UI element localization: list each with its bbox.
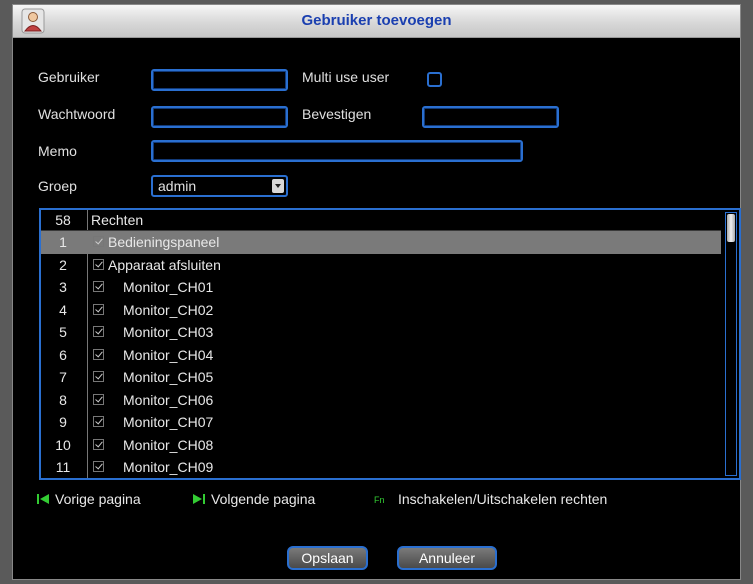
row-number: 5 bbox=[59, 324, 67, 340]
list-item[interactable]: 6 Monitor_CH04 bbox=[41, 344, 721, 367]
row-number: 1 bbox=[59, 234, 67, 250]
row-number: 4 bbox=[59, 301, 67, 318]
right-label: Monitor_CH02 bbox=[123, 301, 214, 318]
scroll-thumb[interactable] bbox=[727, 214, 735, 242]
right-label: Monitor_CH01 bbox=[123, 279, 214, 295]
list-item[interactable]: 4 Monitor_CH02 bbox=[41, 299, 721, 322]
list-item[interactable]: 2 Apparaat afsluiten bbox=[41, 254, 721, 277]
right-checkbox[interactable] bbox=[93, 281, 104, 292]
confirm-password-field[interactable] bbox=[422, 106, 559, 128]
password-field[interactable] bbox=[151, 106, 288, 128]
rights-list: 58 Rechten 1 Bedieningspaneel 2 Apparaat af… bbox=[39, 208, 741, 480]
rights-count: 58 bbox=[55, 212, 71, 228]
password-label: Wachtwoord bbox=[38, 106, 116, 122]
next-page-link[interactable]: Volgende pagina bbox=[211, 491, 315, 507]
title-bar: Gebruiker toevoegen bbox=[13, 5, 740, 38]
right-checkbox[interactable] bbox=[93, 348, 104, 360]
user-field[interactable] bbox=[151, 69, 288, 91]
right-label: Monitor_CH07 bbox=[123, 414, 214, 430]
right-label: Apparaat afsluiten bbox=[108, 256, 221, 273]
row-number: 9 bbox=[59, 414, 67, 430]
group-label: Groep bbox=[38, 178, 77, 194]
window-title: Gebruiker toevoegen bbox=[301, 12, 452, 29]
svg-text:Fn: Fn bbox=[374, 495, 385, 504]
right-checkbox[interactable] bbox=[93, 461, 104, 472]
save-button[interactable]: Opslaan bbox=[287, 546, 368, 570]
function-key-icon[interactable]: Fn bbox=[374, 494, 390, 504]
row-number: 2 bbox=[59, 256, 67, 273]
row-number: 8 bbox=[59, 391, 67, 408]
group-select[interactable]: admin bbox=[151, 175, 288, 197]
cancel-button[interactable]: Annuleer bbox=[397, 546, 497, 570]
right-checkbox[interactable] bbox=[93, 393, 104, 405]
row-number: 6 bbox=[59, 346, 67, 363]
right-label: Monitor_CH05 bbox=[123, 369, 214, 385]
list-item[interactable]: 9 Monitor_CH07 bbox=[41, 411, 721, 434]
list-item[interactable]: 11 Monitor_CH09 bbox=[41, 456, 721, 478]
multi-use-label: Multi use user bbox=[302, 69, 390, 85]
scrollbar[interactable] bbox=[725, 212, 737, 476]
memo-field[interactable] bbox=[151, 140, 523, 162]
user-label: Gebruiker bbox=[38, 69, 100, 85]
prev-page-icon[interactable] bbox=[37, 494, 49, 504]
list-item[interactable]: 10 Monitor_CH08 bbox=[41, 434, 721, 457]
right-checkbox[interactable] bbox=[93, 416, 104, 427]
right-label: Monitor_CH04 bbox=[123, 346, 214, 363]
row-number: 7 bbox=[59, 369, 67, 385]
rights-header: Rechten bbox=[91, 212, 144, 228]
right-label: Monitor_CH08 bbox=[123, 436, 214, 453]
right-label: Monitor_CH06 bbox=[123, 391, 214, 408]
next-page-icon[interactable] bbox=[193, 494, 205, 504]
list-item[interactable]: 5 Monitor_CH03 bbox=[41, 321, 721, 344]
list-item[interactable]: 3 Monitor_CH01 bbox=[41, 276, 721, 299]
right-checkbox[interactable] bbox=[93, 371, 104, 382]
right-checkbox[interactable] bbox=[93, 303, 104, 315]
toggle-rights-link[interactable]: Inschakelen/Uitschakelen rechten bbox=[398, 491, 607, 507]
multi-use-checkbox[interactable] bbox=[427, 72, 442, 87]
group-value: admin bbox=[158, 178, 197, 194]
right-checkbox[interactable] bbox=[93, 258, 104, 270]
memo-label: Memo bbox=[38, 143, 77, 159]
list-item[interactable]: 8 Monitor_CH06 bbox=[41, 389, 721, 412]
right-label: Monitor_CH09 bbox=[123, 459, 214, 475]
right-label: Monitor_CH03 bbox=[123, 324, 214, 340]
right-checkbox[interactable] bbox=[93, 236, 104, 247]
right-checkbox[interactable] bbox=[93, 326, 104, 337]
right-checkbox[interactable] bbox=[93, 438, 104, 450]
list-item[interactable]: 1 Bedieningspaneel bbox=[41, 231, 721, 254]
prev-page-link[interactable]: Vorige pagina bbox=[55, 491, 141, 507]
right-label: Bedieningspaneel bbox=[108, 234, 220, 250]
confirm-label: Bevestigen bbox=[302, 106, 372, 122]
list-item[interactable]: 7 Monitor_CH05 bbox=[41, 366, 721, 389]
row-number: 3 bbox=[59, 279, 67, 295]
list-header: 58 Rechten bbox=[41, 210, 721, 231]
add-user-dialog: Gebruiker toevoegen Gebruiker Multi use … bbox=[12, 4, 741, 580]
row-number: 11 bbox=[55, 459, 71, 475]
row-number: 10 bbox=[55, 436, 71, 453]
chevron-down-icon[interactable] bbox=[272, 179, 284, 193]
